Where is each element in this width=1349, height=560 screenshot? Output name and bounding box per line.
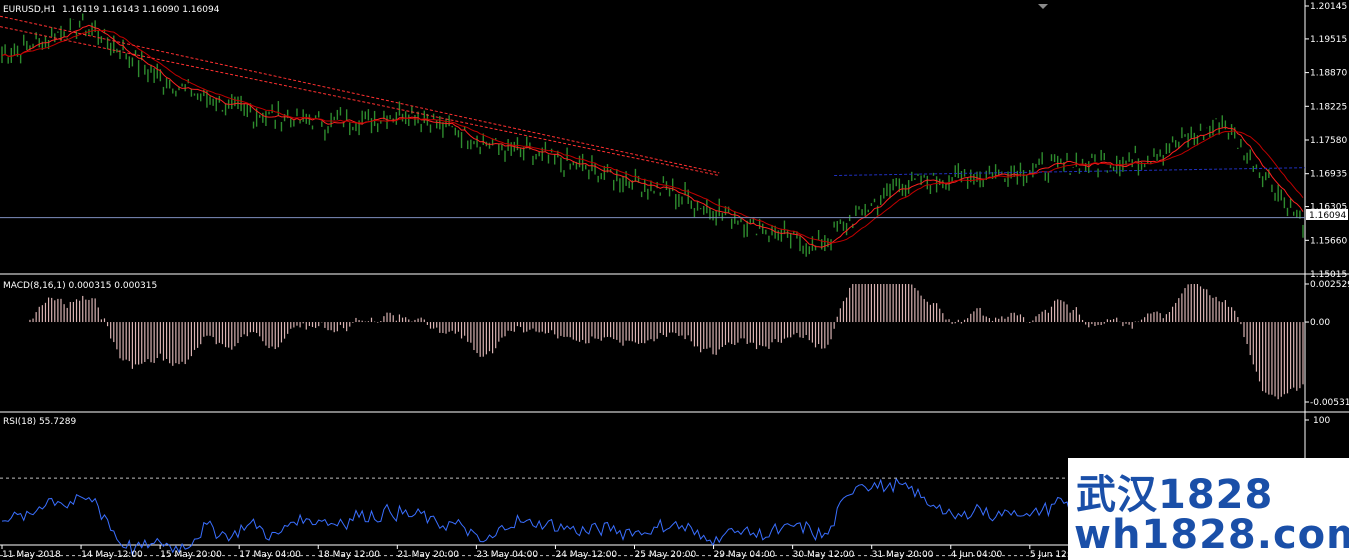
price-tick-label: 1.20145 <box>1310 2 1347 12</box>
time-tick-label: 24 May 12:00 <box>555 550 617 560</box>
time-tick-label: 29 May 04:00 <box>714 550 776 560</box>
symbol-label: EURUSD,H1 <box>3 5 56 15</box>
price-tick-label: 1.16935 <box>1310 170 1347 180</box>
moving-average-line <box>1 29 1304 244</box>
time-tick-label: 21 May 20:00 <box>397 550 459 560</box>
time-tick-label: 15 May 20:00 <box>160 550 222 560</box>
price-tick-label: 1.19515 <box>1310 35 1347 45</box>
time-tick-label: 11 May 2018 <box>2 550 61 560</box>
time-tick-label: 14 May 12:00 <box>81 550 143 560</box>
moving-average-line <box>1 24 1304 248</box>
price-tick-label: 1.18870 <box>1310 69 1347 79</box>
macd-label: MACD(8,16,1) 0.000315 0.000315 <box>3 281 157 291</box>
time-tick-label: 4 Jun 04:00 <box>951 550 1003 560</box>
macd-tick-label: 0.002529 <box>1310 280 1349 290</box>
time-tick-label: 17 May 04:00 <box>239 550 301 560</box>
price-tick-label: 1.15015 <box>1310 270 1347 280</box>
price-bars <box>1 13 1304 257</box>
macd-histogram <box>29 284 1304 400</box>
macd-tick-label: -0.005316 <box>1310 398 1349 408</box>
price-tick-label: 1.15660 <box>1310 236 1347 246</box>
current-price-label: 1.16094 <box>1309 211 1346 221</box>
time-tick-label: 25 May 20:00 <box>635 550 697 560</box>
shift-marker-icon[interactable] <box>1038 4 1048 9</box>
trend-line <box>0 15 720 174</box>
time-tick-label: 18 May 12:00 <box>318 550 380 560</box>
price-tick-label: 1.18225 <box>1310 102 1347 112</box>
macd-tick-label: 0.00 <box>1310 318 1330 328</box>
price-tick-label: 1.17580 <box>1310 136 1347 146</box>
rsi-label: RSI(18) 55.7289 <box>3 417 76 427</box>
trend-line <box>0 26 720 177</box>
time-tick-label: 23 May 04:00 <box>476 550 538 560</box>
trend-lines <box>0 15 1306 177</box>
moving-averages <box>1 24 1304 248</box>
time-tick-label: 31 May 20:00 <box>872 550 934 560</box>
watermark-line2: wh1828.com <box>1074 512 1349 558</box>
ohlc-label: 1.16119 1.16143 1.16090 1.16094 <box>62 5 220 15</box>
watermark-logo: 武汉1828 wh1828.com <box>1068 458 1349 560</box>
rsi-tick-label: 100 <box>1313 416 1330 426</box>
time-tick-label: 30 May 12:00 <box>793 550 855 560</box>
